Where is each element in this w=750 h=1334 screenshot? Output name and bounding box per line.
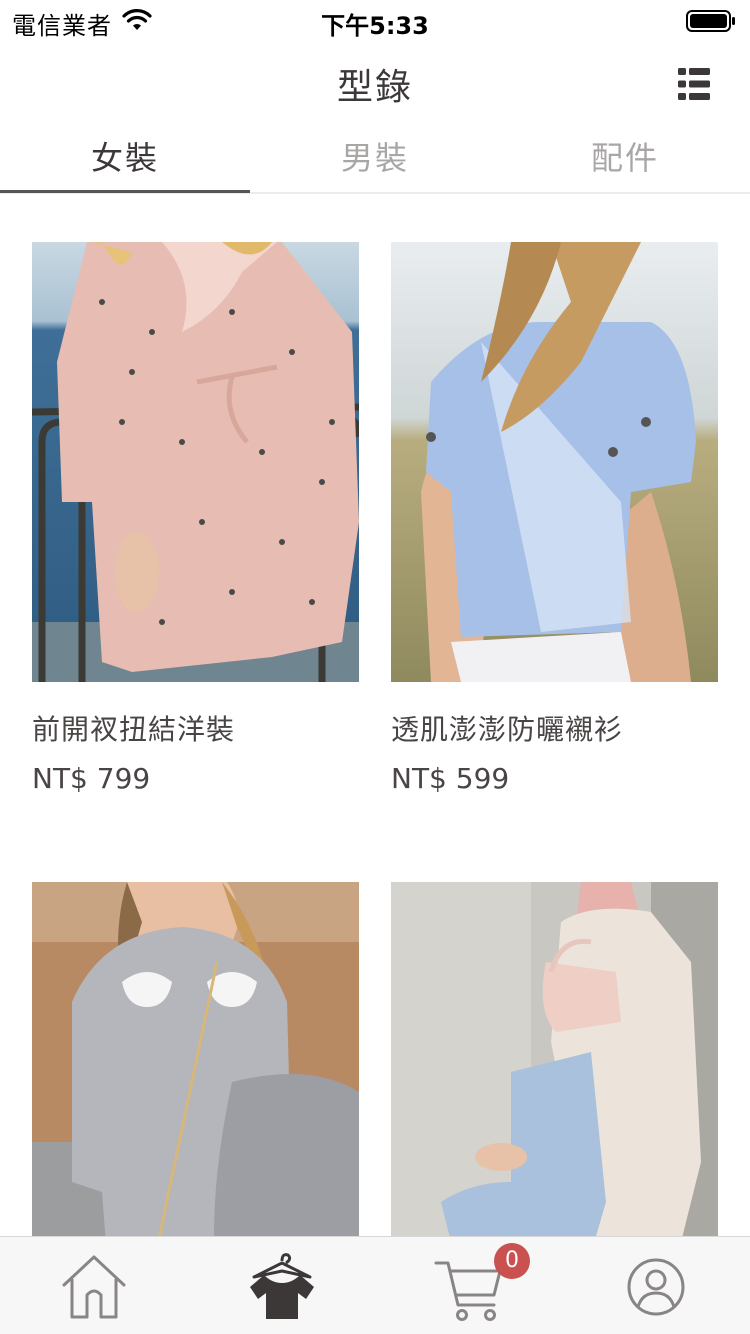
product-image[interactable] bbox=[391, 242, 718, 682]
status-bar: 電信業者 下午5:33 bbox=[0, 0, 750, 40]
page-title: 型錄 bbox=[336, 67, 413, 108]
product-image[interactable] bbox=[32, 242, 359, 682]
battery-icon bbox=[686, 10, 735, 32]
clock: 下午5:33 bbox=[321, 12, 429, 40]
category-tabs: 女裝 男裝 配件 bbox=[0, 128, 750, 194]
cart-count-badge: 0 bbox=[494, 1243, 530, 1279]
tab-mens[interactable]: 男裝 bbox=[250, 128, 500, 192]
profile-icon[interactable] bbox=[616, 1247, 696, 1327]
list-view-icon[interactable] bbox=[672, 62, 716, 106]
tab-womens[interactable]: 女裝 bbox=[0, 128, 250, 192]
tab-accessories[interactable]: 配件 bbox=[500, 128, 750, 192]
app-screen: 電信業者 下午5:33 型錄 女裝 男裝 配件 前開衩扭結洋裝 NT$ 799 … bbox=[0, 0, 750, 1334]
nav-bar: 型錄 bbox=[0, 40, 750, 128]
active-tab-indicator bbox=[0, 190, 250, 193]
home-icon[interactable] bbox=[54, 1247, 134, 1327]
product-image[interactable] bbox=[32, 882, 359, 1236]
bottom-tab-bar: 0 bbox=[0, 1236, 750, 1334]
product-name: 前開衩扭結洋裝 bbox=[32, 713, 236, 746]
catalog-shirt-icon[interactable] bbox=[242, 1247, 322, 1327]
product-image[interactable] bbox=[391, 882, 718, 1236]
product-price: NT$ 799 bbox=[32, 762, 151, 795]
product-name: 透肌澎澎防曬襯衫 bbox=[391, 713, 624, 746]
product-grid: 前開衩扭結洋裝 NT$ 799 透肌澎澎防曬襯衫 NT$ 599 bbox=[0, 194, 750, 1236]
product-price: NT$ 599 bbox=[391, 762, 510, 795]
